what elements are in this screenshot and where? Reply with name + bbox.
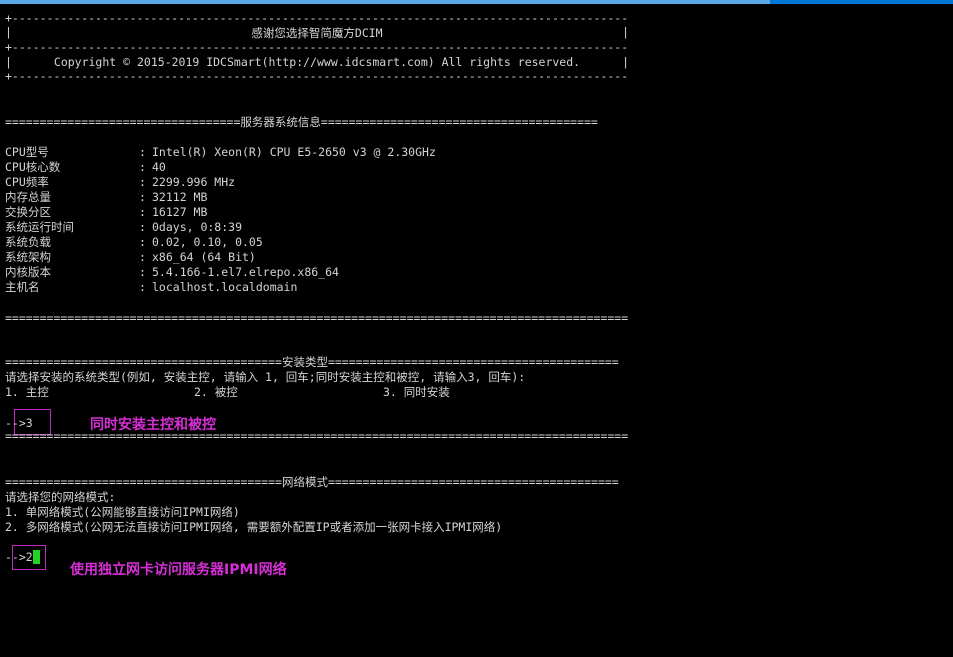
banner-title-row: | 感谢您选择智简魔方DCIM | [5,25,629,40]
sysinfo-key: 内存总量 [5,190,51,204]
sysinfo-key: 内核版本 [5,265,51,279]
sysinfo-key: 交换分区 [5,205,51,219]
network-input[interactable]: -->2 [5,550,40,564]
sysinfo-value: 40 [152,160,166,174]
sysinfo-sep: : [139,250,146,264]
window-top-bar-highlight [0,0,770,4]
install-input[interactable]: -->3 [5,416,33,430]
network-input-prefix: --> [5,550,26,564]
banner-right-edge: | [622,25,629,39]
install-input-value: 3 [25,416,33,430]
network-header: ========================================… [5,475,619,489]
banner-top-border: +---------------------------------------… [5,11,629,25]
sysinfo-sep: : [139,205,146,219]
sysinfo-value: 0days, 0:8:39 [152,220,243,234]
banner-mid-border: +---------------------------------------… [5,40,629,54]
sysinfo-sep: : [139,235,146,249]
sysinfo-footer: ========================================… [5,311,629,325]
sysinfo-value: 5.4.166-1.el7.elrepo.x86_64 [152,265,339,279]
window-top-bar [0,0,953,4]
banner-copyright: Copyright © 2015-2019 IDCSmart(http://ww… [53,55,581,69]
sysinfo-value: Intel(R) Xeon(R) CPU E5-2650 v3 @ 2.30GH… [152,145,436,159]
network-option-2: 2. 多网络模式(公网无法直接访问IPMI网络, 需要额外配置IP或者添加一张网… [5,520,503,534]
network-input-value: 2 [25,550,33,564]
install-footer: ========================================… [5,429,629,443]
install-option-3: 3. 同时安装 [383,385,450,399]
sysinfo-value: 0.02, 0.10, 0.05 [152,235,263,249]
network-annotation: 使用独立网卡访问服务器IPMI网络 [70,562,287,578]
install-header: ========================================… [5,355,619,369]
sysinfo-value: 2299.996 MHz [152,175,236,189]
network-prompt: 请选择您的网络模式: [5,490,116,504]
sysinfo-value: localhost.localdomain [152,280,298,294]
banner-right-edge: | [622,55,629,69]
sysinfo-key: 系统架构 [5,250,51,264]
sysinfo-sep: : [139,175,146,189]
sysinfo-header: ==================================服务器系统信… [5,115,598,129]
terminal-cursor [32,550,40,564]
network-option-1: 1. 单网络模式(公网能够直接访问IPMI网络) [5,505,240,519]
install-prompt: 请选择安装的系统类型(例如, 安装主控, 请输入 1, 回车;同时安装主控和被控… [5,370,526,384]
sysinfo-key: CPU型号 [5,145,49,159]
sysinfo-sep: : [139,160,146,174]
install-option-1: 1. 主控 [5,385,49,399]
sysinfo-sep: : [139,190,146,204]
install-option-2: 2. 被控 [194,385,238,399]
banner-copyright-row: | Copyright © 2015-2019 IDCSmart(http://… [5,55,629,69]
sysinfo-key: 主机名 [5,280,40,294]
sysinfo-sep: : [139,220,146,234]
sysinfo-key: 系统运行时间 [5,220,74,234]
banner-title: 感谢您选择智简魔方DCIM [251,26,383,40]
sysinfo-value: x86_64 (64 Bit) [152,250,256,264]
sysinfo-sep: : [139,280,146,294]
sysinfo-sep: : [139,265,146,279]
sysinfo-sep: : [139,145,146,159]
sysinfo-key: 系统负载 [5,235,51,249]
sysinfo-value: 16127 MB [152,205,208,219]
sysinfo-key: CPU频率 [5,175,49,189]
install-input-prefix: --> [5,416,26,430]
sysinfo-value: 32112 MB [152,190,208,204]
sysinfo-key: CPU核心数 [5,160,61,174]
banner-bottom-border: +---------------------------------------… [5,69,629,83]
